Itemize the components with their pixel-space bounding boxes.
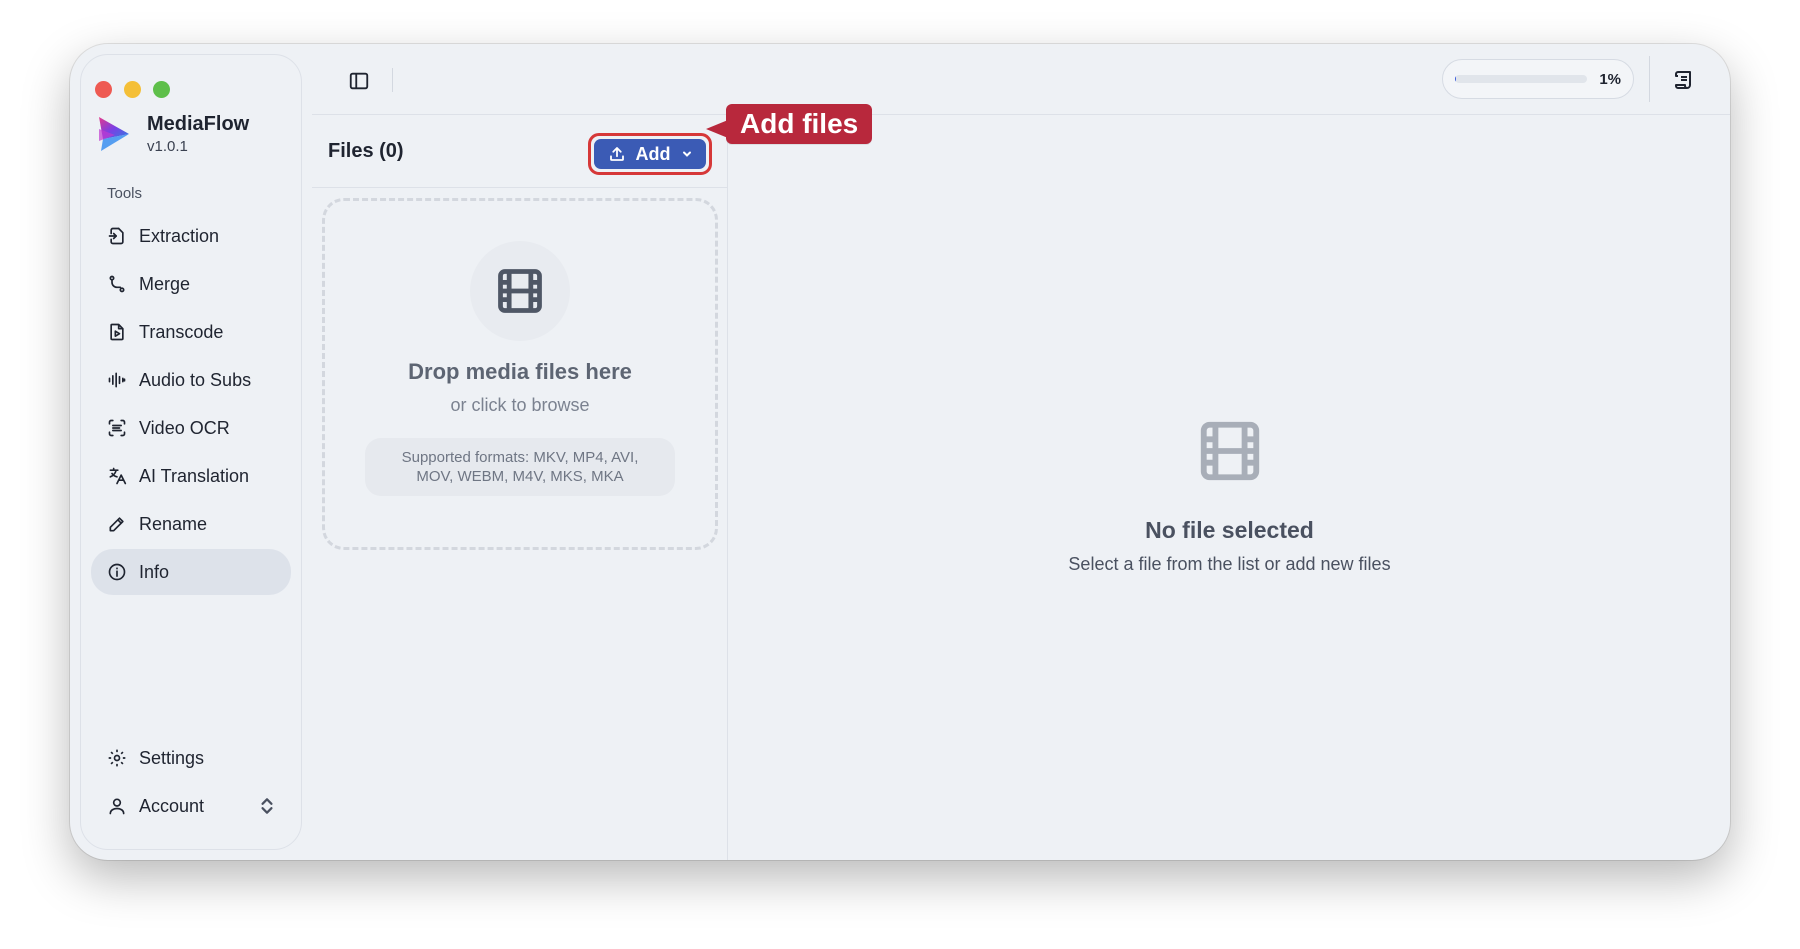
- app-name: MediaFlow: [147, 113, 250, 135]
- tools-section-label: Tools: [107, 185, 143, 202]
- account-menu[interactable]: Account: [91, 783, 291, 829]
- brand: MediaFlow v1.0.1: [97, 113, 249, 155]
- gear-icon: [108, 749, 126, 767]
- files-panel: Files (0) Add Drop media files here or c…: [312, 116, 728, 860]
- sidebar-item-video-ocr[interactable]: Video OCR: [91, 405, 291, 451]
- zoom-window-button[interactable]: [153, 81, 170, 98]
- progress-fill: [1455, 75, 1457, 83]
- sidebar-item-label: Extraction: [139, 225, 220, 246]
- sidebar-item-label: Audio to Subs: [139, 369, 252, 390]
- sidebar-item-merge[interactable]: Merge: [91, 261, 291, 307]
- supported-formats: Supported formats: MKV, MP4, AVI, MOV, W…: [365, 438, 675, 496]
- film-icon: [1200, 421, 1259, 481]
- chevron-down-icon: [682, 151, 691, 157]
- chevrons-up-down-icon: [261, 798, 273, 814]
- sidebar-item-label: Transcode: [139, 321, 224, 342]
- file-play-icon: [110, 323, 124, 341]
- sidebar-item-extraction[interactable]: Extraction: [91, 213, 291, 259]
- dropzone-title: Drop media files here: [408, 359, 632, 384]
- top-bar: 1%: [312, 44, 1730, 115]
- sidebar-item-info[interactable]: Info: [91, 549, 291, 595]
- sidebar-item-transcode[interactable]: Transcode: [91, 309, 291, 355]
- sidebar-toggle-icon[interactable]: [348, 70, 370, 92]
- tools-nav: Extraction Merge Transcode Audio to Subs…: [91, 213, 291, 597]
- empty-state-title: No file selected: [1145, 517, 1314, 543]
- upload-icon: [609, 147, 624, 161]
- annotation-label: Add files: [726, 104, 873, 144]
- sidebar-item-label: Video OCR: [139, 417, 230, 438]
- languages-icon: [109, 467, 127, 485]
- sidebar-item-ai-translation[interactable]: AI Translation: [91, 453, 291, 499]
- scan-text-icon: [108, 419, 126, 437]
- sidebar-item-label: Settings: [139, 747, 205, 768]
- progress-label: 1%: [1599, 70, 1621, 88]
- add-button-highlight: Add: [588, 133, 712, 175]
- file-export-icon: [108, 227, 124, 245]
- sidebar-item-label: Rename: [139, 513, 208, 534]
- task-progress[interactable]: 1%: [1442, 59, 1634, 99]
- sidebar-item-label: Account: [139, 795, 205, 816]
- merge-icon: [109, 275, 125, 293]
- sidebar-item-settings[interactable]: Settings: [91, 735, 291, 781]
- close-window-button[interactable]: [95, 81, 112, 98]
- files-title: Files (0): [328, 140, 404, 162]
- divider: [392, 68, 393, 92]
- user-icon: [109, 798, 125, 815]
- window-controls: [95, 81, 170, 98]
- empty-state-subtitle: Select a file from the list or add new f…: [1068, 554, 1391, 574]
- film-icon: [498, 269, 542, 313]
- dropzone-subtitle: or click to browse: [450, 395, 590, 415]
- divider: [1649, 56, 1650, 102]
- sidebar-item-rename[interactable]: Rename: [91, 501, 291, 547]
- progress-track: [1455, 75, 1588, 83]
- app-version: v1.0.1: [147, 138, 188, 155]
- add-files-button[interactable]: Add: [594, 139, 706, 169]
- files-header: Files (0) Add: [312, 116, 727, 188]
- annotation-arrow: [706, 120, 728, 138]
- sidebar-item-audio-to-subs[interactable]: Audio to Subs: [91, 357, 291, 403]
- info-icon: [108, 563, 126, 581]
- mediaflow-logo-icon: [99, 117, 129, 151]
- film-icon-badge: [470, 241, 570, 341]
- pencil-icon: [109, 517, 124, 532]
- app-window: MediaFlow v1.0.1 Tools Extraction Merge …: [70, 44, 1730, 860]
- sidebar-item-label: Merge: [139, 273, 191, 294]
- sidebar: MediaFlow v1.0.1 Tools Extraction Merge …: [80, 54, 302, 850]
- file-details-empty-state: No file selected Select a file from the …: [729, 116, 1730, 860]
- scroll-log-icon[interactable]: [1672, 68, 1696, 92]
- audio-waveform-icon: [108, 372, 126, 388]
- add-button-label: Add: [635, 143, 671, 164]
- sidebar-item-label: AI Translation: [139, 465, 250, 486]
- file-dropzone[interactable]: Drop media files here or click to browse…: [322, 198, 718, 550]
- sidebar-footer: Settings Account: [91, 735, 291, 831]
- sidebar-item-label: Info: [139, 561, 170, 582]
- minimize-window-button[interactable]: [124, 81, 141, 98]
